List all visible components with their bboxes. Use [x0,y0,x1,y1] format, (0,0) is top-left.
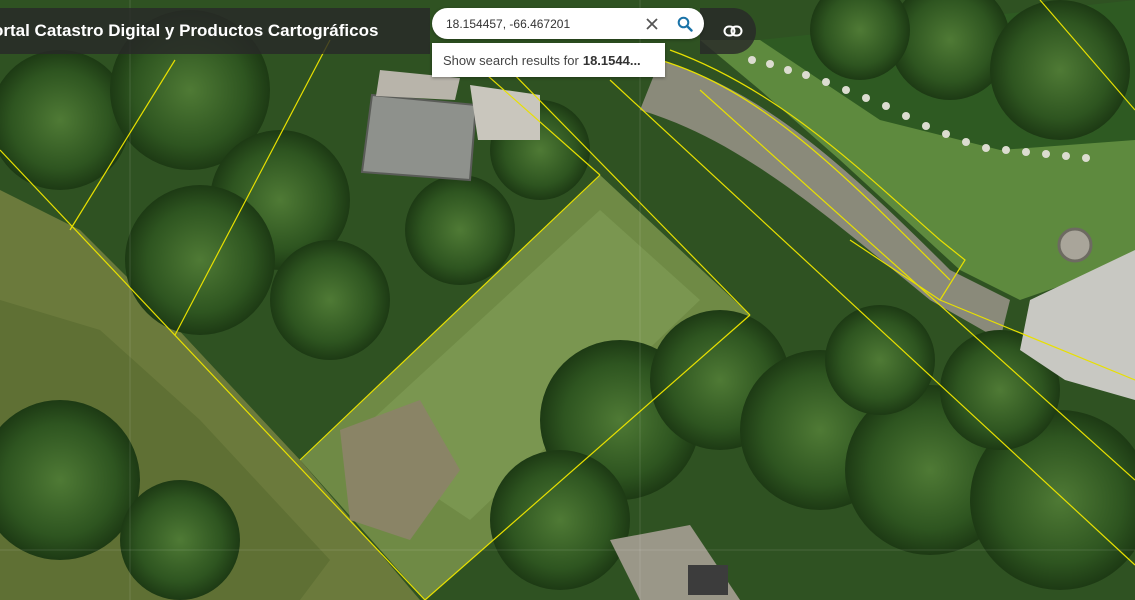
search-suggestion[interactable]: Show search results for 18.1544... [432,43,665,77]
app-title: ortal Catastro Digital y Productos Carto… [0,21,379,40]
search-button[interactable] [671,12,699,36]
suggestion-prefix: Show search results for [443,52,579,68]
suggestion-query: 18.1544... [582,52,641,68]
search-icon [677,16,693,32]
search-input[interactable] [446,8,641,39]
aerial-map[interactable] [0,0,1135,600]
close-icon [646,18,658,30]
share-link-button[interactable] [718,18,748,44]
house-roof [360,93,478,182]
link-icon [723,25,743,37]
clear-search-button[interactable] [640,14,664,34]
title-bar: ortal Catastro Digital y Productos Carto… [0,8,430,54]
